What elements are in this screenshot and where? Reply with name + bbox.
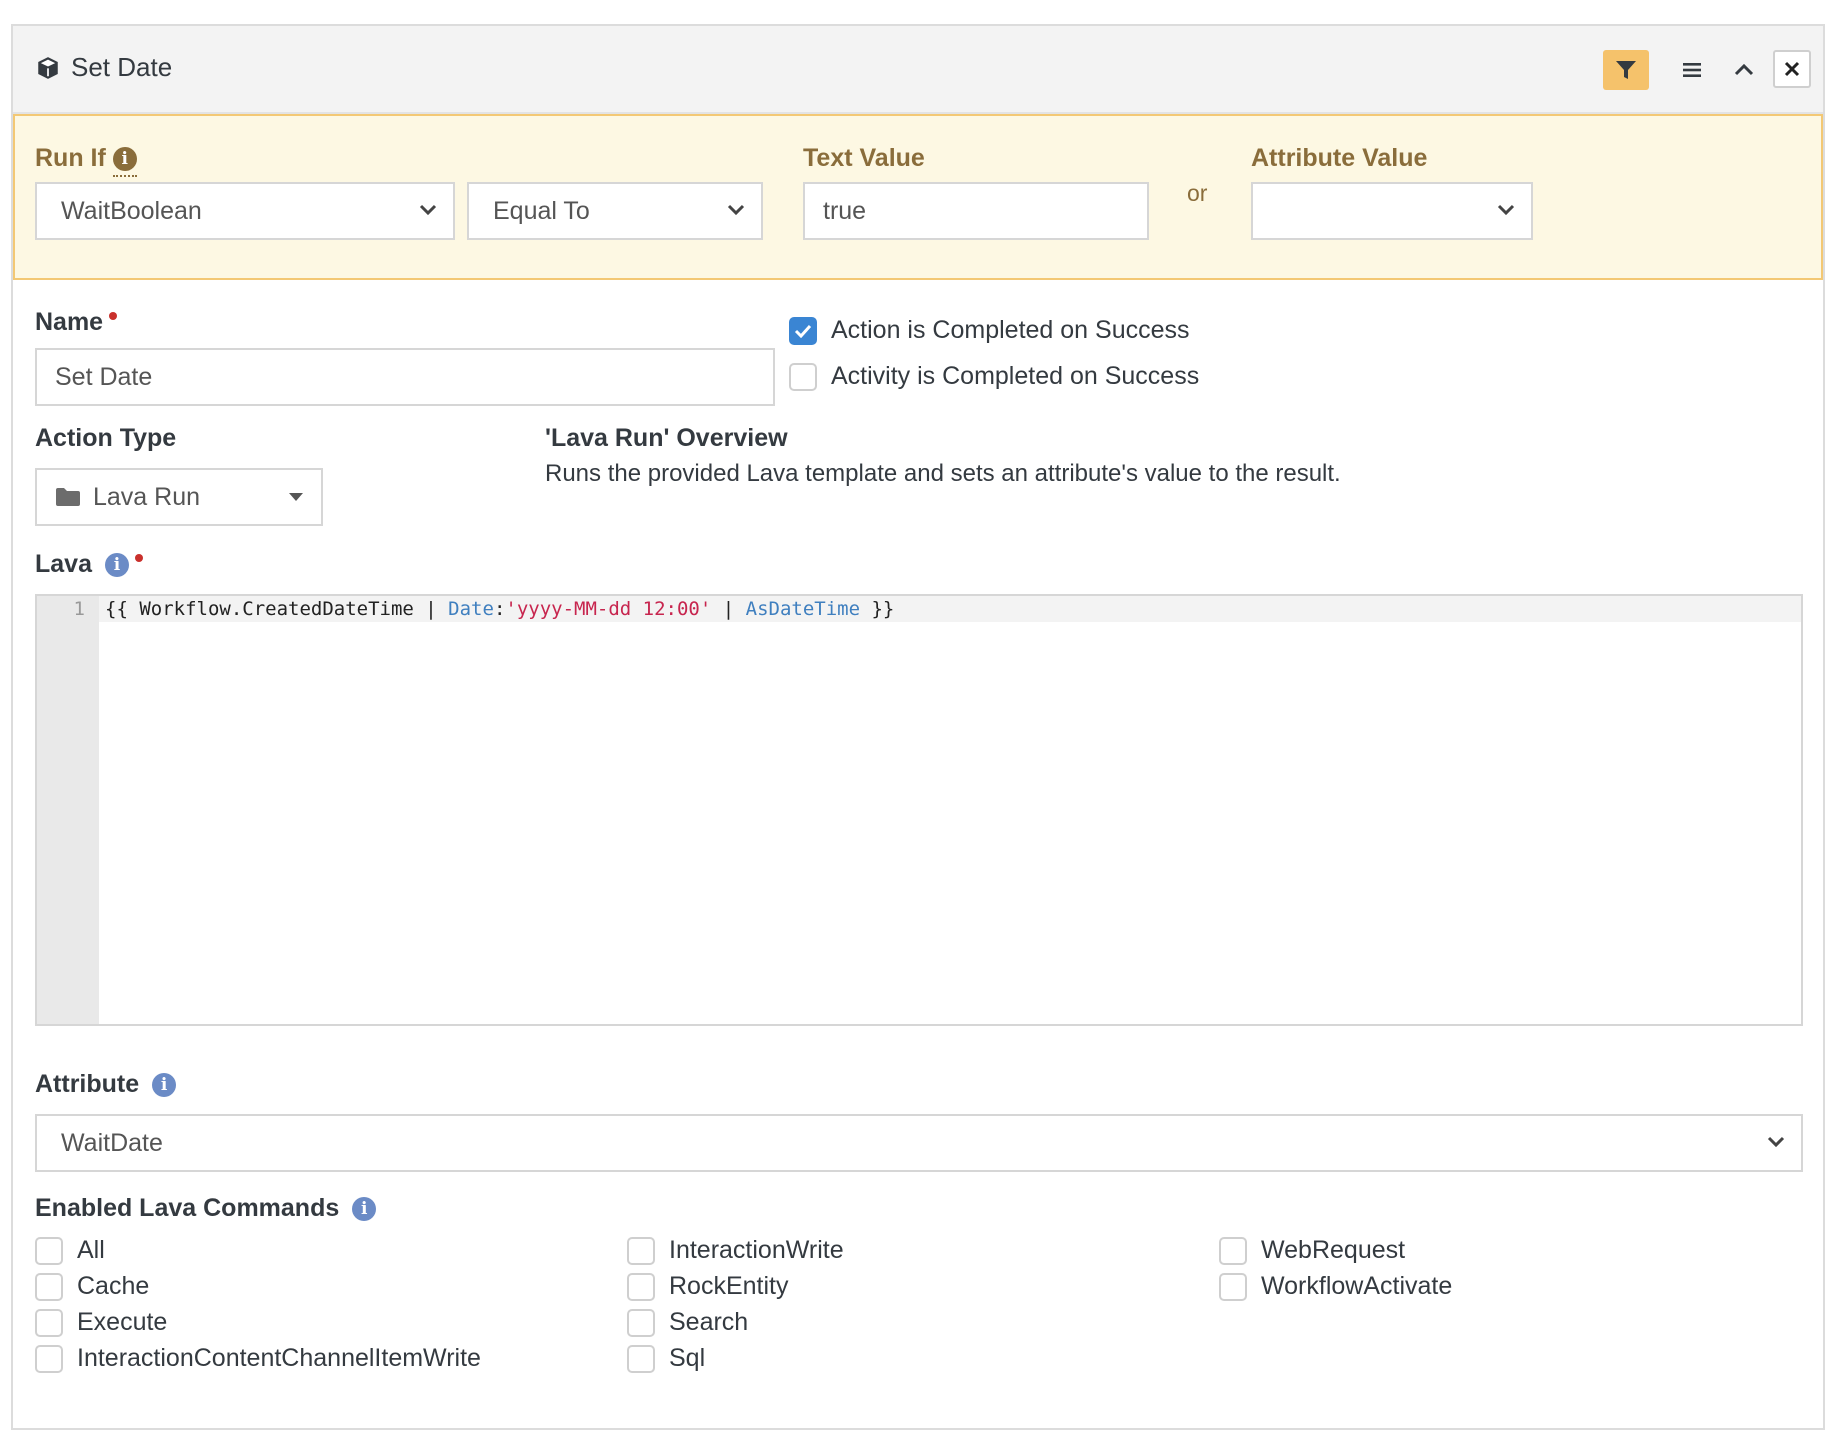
- checkbox[interactable]: [35, 1272, 63, 1301]
- command-checkbox-sql[interactable]: Sql: [627, 1344, 705, 1373]
- overview-description: Runs the provided Lava template and sets…: [545, 460, 1341, 487]
- checkbox[interactable]: [627, 1272, 655, 1301]
- required-indicator: [109, 312, 118, 320]
- attribute-label: Attribute i: [35, 1070, 177, 1099]
- run-if-label: Run If i: [35, 144, 137, 177]
- checkbox[interactable]: [627, 1308, 655, 1337]
- lava-label: Lava i: [35, 550, 143, 579]
- checkbox[interactable]: [1219, 1236, 1247, 1265]
- lava-code-editor[interactable]: 1 {{ Workflow.CreatedDateTime | Date:'yy…: [35, 594, 1803, 1026]
- menu-button[interactable]: [1669, 50, 1715, 90]
- line-number: 1: [73, 598, 85, 620]
- run-if-comparison-select[interactable]: Equal To: [467, 182, 763, 240]
- text-value-input[interactable]: true: [803, 182, 1149, 240]
- checkbox[interactable]: [627, 1236, 655, 1265]
- command-checkbox-cache[interactable]: Cache: [35, 1272, 149, 1301]
- chevron-down-icon: [1767, 1136, 1785, 1148]
- checkbox[interactable]: [627, 1344, 655, 1373]
- name-label: Name: [35, 308, 118, 337]
- or-label: or: [1187, 180, 1208, 206]
- close-button[interactable]: [1773, 50, 1811, 88]
- command-checkbox-all[interactable]: All: [35, 1236, 105, 1265]
- caret-down-icon: [289, 493, 303, 501]
- command-checkbox-web-request[interactable]: WebRequest: [1219, 1236, 1405, 1265]
- name-input[interactable]: Set Date: [35, 348, 775, 406]
- info-icon[interactable]: i: [152, 1073, 177, 1098]
- text-value-label: Text Value: [803, 144, 925, 172]
- folder-icon: [56, 488, 80, 506]
- command-checkbox-interaction-write[interactable]: InteractionWrite: [627, 1236, 844, 1265]
- checkbox[interactable]: [35, 1308, 63, 1337]
- action-type-select[interactable]: Lava Run: [35, 468, 323, 526]
- action-type-label: Action Type: [35, 424, 177, 452]
- checkmark-icon: [794, 324, 812, 338]
- info-icon[interactable]: i: [112, 147, 137, 172]
- action-panel: Set Date Run If i WaitBoolean Equal To T…: [11, 24, 1825, 1430]
- enabled-lava-commands-label: Enabled Lava Commands i: [35, 1194, 377, 1223]
- checkbox[interactable]: [35, 1236, 63, 1265]
- chevron-down-icon: [1497, 204, 1515, 216]
- attribute-value-select[interactable]: [1251, 182, 1533, 240]
- attribute-select[interactable]: WaitDate: [35, 1114, 1803, 1172]
- overview-title: 'Lava Run' Overview: [545, 424, 788, 452]
- filter-icon: [1616, 61, 1636, 79]
- info-icon[interactable]: i: [352, 1197, 377, 1222]
- filter-button[interactable]: [1603, 50, 1649, 90]
- panel-title-text: Set Date: [71, 52, 173, 82]
- bars-icon: [1683, 63, 1701, 77]
- command-checkbox-rock-entity[interactable]: RockEntity: [627, 1272, 788, 1301]
- code-line: {{ Workflow.CreatedDateTime | Date:'yyyy…: [105, 598, 895, 620]
- close-icon: [1784, 61, 1800, 77]
- action-completed-checkbox[interactable]: Action is Completed on Success: [789, 316, 1190, 345]
- checkbox[interactable]: [789, 316, 817, 345]
- command-checkbox-workflow-activate[interactable]: WorkflowActivate: [1219, 1272, 1452, 1301]
- panel-title: Set Date: [35, 52, 172, 83]
- chevron-up-icon: [1734, 63, 1754, 76]
- activity-completed-checkbox[interactable]: Activity is Completed on Success: [789, 362, 1199, 391]
- chevron-down-icon: [419, 204, 437, 216]
- line-number-gutter: 1: [37, 596, 99, 1024]
- info-icon[interactable]: i: [104, 553, 129, 578]
- attribute-value-label: Attribute Value: [1251, 144, 1428, 172]
- checkbox[interactable]: [35, 1344, 63, 1373]
- chevron-down-icon: [727, 204, 745, 216]
- collapse-button[interactable]: [1721, 50, 1767, 90]
- run-if-section: Run If i WaitBoolean Equal To Text Value…: [13, 114, 1823, 280]
- panel-header: Set Date: [13, 26, 1823, 114]
- command-checkbox-search[interactable]: Search: [627, 1308, 748, 1337]
- checkbox[interactable]: [789, 362, 817, 391]
- required-indicator: [134, 554, 143, 562]
- command-checkbox-interaction-content-channel-item-write[interactable]: InteractionContentChannelItemWrite: [35, 1344, 481, 1373]
- run-if-attribute-select[interactable]: WaitBoolean: [35, 182, 455, 240]
- checkbox[interactable]: [1219, 1272, 1247, 1301]
- command-checkbox-execute[interactable]: Execute: [35, 1308, 167, 1337]
- cube-icon: [38, 56, 58, 79]
